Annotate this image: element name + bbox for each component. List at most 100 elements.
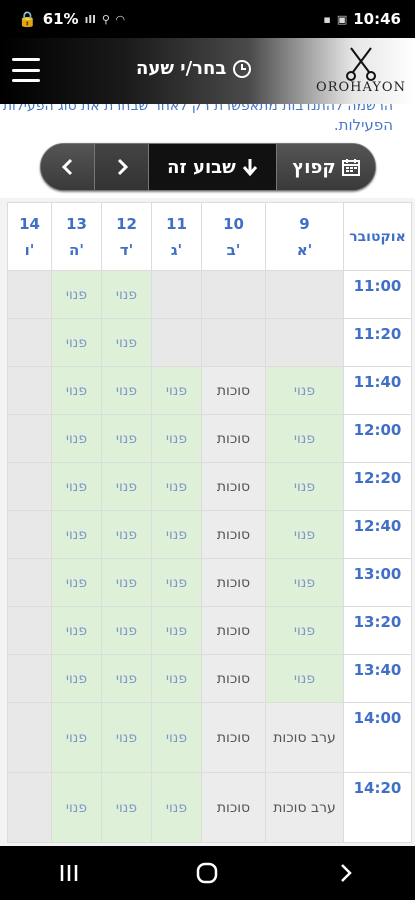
time-label: 12:20: [343, 462, 412, 511]
slot-empty: [7, 606, 52, 655]
slot-free[interactable]: פנוי: [101, 772, 152, 843]
slot-free[interactable]: פנוי: [51, 606, 102, 655]
slot-free[interactable]: פנוי: [101, 510, 152, 559]
slot-empty: [7, 462, 52, 511]
recent-apps-icon: [60, 865, 78, 881]
slot-free[interactable]: פנוי: [151, 510, 202, 559]
day-letter: ג': [170, 240, 183, 259]
day-header: 12 ד': [101, 202, 152, 271]
slot-free[interactable]: פנוי: [151, 366, 202, 415]
table-row: פנוי פנוי פנוי סוכות פנוי 12:00: [7, 414, 412, 463]
slot-holiday: סוכות: [201, 558, 266, 607]
clock-time: 10:46: [353, 10, 401, 28]
chevron-right-nav-icon: [340, 864, 352, 882]
day-letter: ד': [119, 240, 134, 259]
slot-free[interactable]: פנוי: [51, 654, 102, 703]
chevron-right-icon: [117, 158, 128, 176]
day-letter: ה': [69, 240, 84, 259]
table-row: פנוי פנוי 11:20: [7, 318, 412, 367]
day-number: 13: [66, 214, 87, 233]
notification-icon: ▪: [323, 12, 331, 26]
slot-free[interactable]: פנוי: [101, 318, 152, 367]
slot-free[interactable]: פנוי: [265, 462, 344, 511]
slot-holiday: סוכות: [201, 606, 266, 655]
slot-free[interactable]: פנוי: [101, 462, 152, 511]
recent-apps-button[interactable]: [39, 853, 99, 893]
slot-empty: [7, 366, 52, 415]
slot-free[interactable]: פנוי: [151, 414, 202, 463]
brand-logo: OROHAYON: [313, 46, 409, 100]
slot-free[interactable]: פנוי: [101, 702, 152, 773]
day-header: 14 ו': [7, 202, 52, 271]
system-nav-bar: [0, 846, 415, 900]
header-title: בחר/י שעה: [136, 58, 252, 79]
slot-holiday: סוכות: [201, 510, 266, 559]
prev-week-button[interactable]: [41, 144, 95, 190]
home-icon: [197, 862, 218, 884]
back-button[interactable]: [316, 853, 376, 893]
hamburger-menu-icon[interactable]: [12, 58, 40, 82]
slot-free[interactable]: פנוי: [265, 606, 344, 655]
day-number: 9: [299, 214, 310, 233]
app-header: בחר/י שעה OROHAYON: [0, 38, 415, 104]
slot-free[interactable]: פנוי: [151, 772, 202, 843]
slot-free[interactable]: פנוי: [101, 366, 152, 415]
signal-icon: ıll: [84, 12, 96, 26]
day-letter: ב': [226, 240, 241, 259]
status-bar: 🔒 61% ıll ⚲ ◠ ▪ ▣ 10:46: [0, 0, 415, 38]
logo-text: OROHAYON: [316, 80, 406, 95]
time-label: 11:20: [343, 318, 412, 367]
status-left: 🔒 61% ıll ⚲ ◠: [18, 10, 124, 28]
this-week-button[interactable]: שבוע זה: [149, 144, 277, 190]
slot-empty: [7, 558, 52, 607]
slot-free[interactable]: פנוי: [265, 558, 344, 607]
slot-free[interactable]: פנוי: [51, 558, 102, 607]
slot-free[interactable]: פנוי: [101, 270, 152, 319]
slot-empty: [7, 654, 52, 703]
battery-level: 61%: [42, 10, 79, 28]
day-letter: א': [296, 240, 313, 259]
slot-free[interactable]: פנוי: [51, 702, 102, 773]
slot-empty: [201, 318, 266, 367]
slot-free[interactable]: פנוי: [51, 270, 102, 319]
table-row: פנוי פנוי פנוי סוכות פנוי 13:40: [7, 654, 412, 703]
next-week-button[interactable]: [95, 144, 149, 190]
notice: הרשמה להתנדבות מתאפשרת רק לאחר שבחרת את …: [0, 104, 415, 140]
slot-free[interactable]: פנוי: [101, 606, 152, 655]
time-label: 12:00: [343, 414, 412, 463]
slot-free[interactable]: פנוי: [265, 654, 344, 703]
slot-free[interactable]: פנוי: [51, 772, 102, 843]
table-row: פנוי פנוי פנוי סוכות פנוי 12:40: [7, 510, 412, 559]
clock-icon: [233, 59, 252, 78]
slot-free[interactable]: פנוי: [265, 414, 344, 463]
table-row: פנוי פנוי 11:00: [7, 270, 412, 319]
slot-free[interactable]: פנוי: [51, 462, 102, 511]
slot-free[interactable]: פנוי: [51, 318, 102, 367]
slot-holiday: ערב סוכות: [265, 702, 344, 773]
day-number: 11: [166, 214, 187, 233]
day-number: 12: [116, 214, 137, 233]
slot-free[interactable]: פנוי: [151, 558, 202, 607]
day-number: 10: [223, 214, 244, 233]
slot-free[interactable]: פנוי: [151, 702, 202, 773]
slot-free[interactable]: פנוי: [151, 654, 202, 703]
slot-holiday: סוכות: [201, 772, 266, 843]
battery-icon: 🔒: [18, 10, 37, 28]
table-row: פנוי פנוי פנוי סוכות פנוי 13:00: [7, 558, 412, 607]
slot-free[interactable]: פנוי: [51, 510, 102, 559]
slot-free[interactable]: פנוי: [51, 366, 102, 415]
slot-free[interactable]: פנוי: [51, 414, 102, 463]
slot-empty: [7, 702, 52, 773]
gallery-icon: ▣: [336, 12, 348, 26]
slot-free[interactable]: פנוי: [265, 510, 344, 559]
time-label: 14:20: [343, 772, 412, 843]
slot-free[interactable]: פנוי: [265, 366, 344, 415]
slot-free[interactable]: פנוי: [151, 606, 202, 655]
slot-free[interactable]: פנוי: [101, 414, 152, 463]
slot-holiday: סוכות: [201, 702, 266, 773]
jump-button[interactable]: קפוץ: [277, 144, 375, 190]
home-button[interactable]: [177, 853, 237, 893]
slot-free[interactable]: פנוי: [101, 654, 152, 703]
slot-free[interactable]: פנוי: [151, 462, 202, 511]
slot-free[interactable]: פנוי: [101, 558, 152, 607]
